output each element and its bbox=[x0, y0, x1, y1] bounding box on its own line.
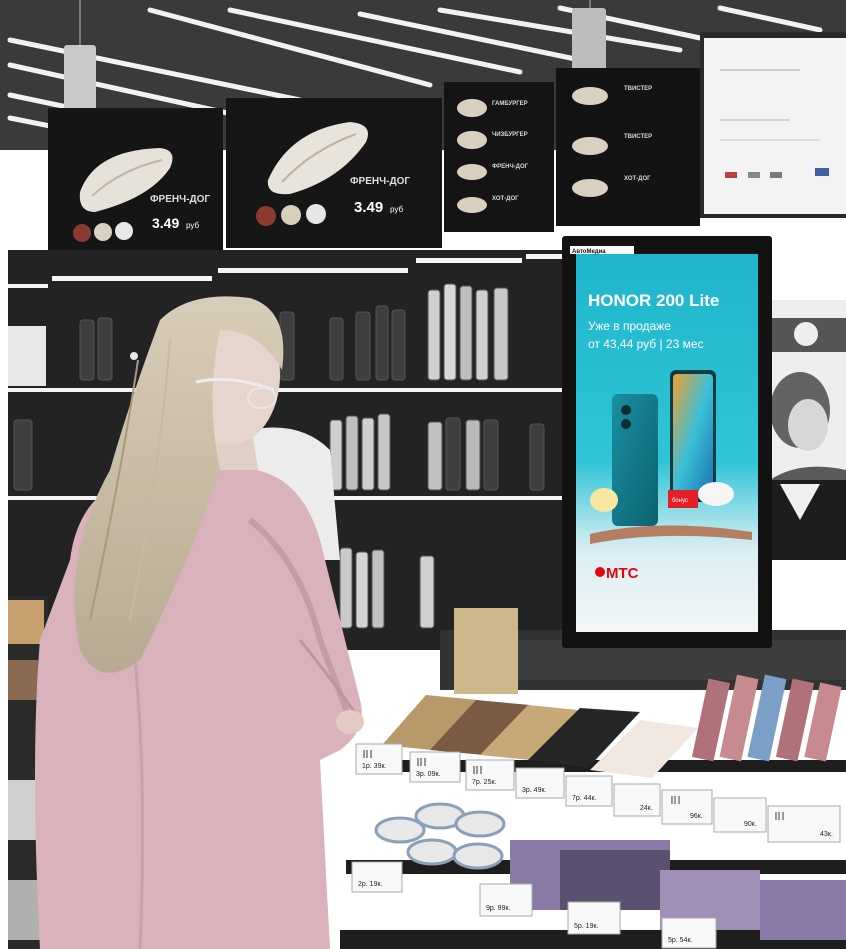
menu-item-label: ТВИСТЕР bbox=[624, 86, 652, 92]
price-tag: 5р. 19к. bbox=[574, 923, 599, 930]
cheese-tubs bbox=[374, 802, 506, 870]
price-tag: 5р. 54к. bbox=[668, 937, 693, 944]
ad-title: HONOR 200 Lite bbox=[588, 291, 719, 310]
price-tag: 90к. bbox=[744, 821, 757, 828]
ad-display: АвтоМедиа HONOR 200 Lite Уже в продаже о… bbox=[562, 236, 772, 648]
price-tag: 3р. 49к. bbox=[522, 787, 547, 794]
menu-item-label: ХОТ-ДОГ bbox=[492, 196, 519, 202]
menu-item-currency: руб bbox=[186, 221, 199, 230]
flower bbox=[590, 488, 618, 512]
price-tag: 24к. bbox=[640, 805, 653, 812]
menu-item-label: ХОТ-ДОГ bbox=[624, 176, 651, 182]
menu-item-currency: руб bbox=[390, 205, 403, 214]
mts-logo-mark bbox=[595, 567, 605, 577]
earbuds-case bbox=[698, 482, 734, 506]
price-tag: 7р. 44к. bbox=[572, 795, 597, 802]
ad-line1: Уже в продаже bbox=[588, 319, 671, 333]
price-tag: 3р. 09к. bbox=[416, 771, 441, 778]
price-tag: 7р. 25к. bbox=[472, 779, 497, 786]
menu-item-label: ФРЕНЧ-ДОГ bbox=[492, 164, 529, 170]
menu-item-label: ФРЕНЧ-ДОГ bbox=[150, 194, 210, 205]
menu-item-label: ГАМБУРГЕР bbox=[492, 101, 528, 107]
customer-hand bbox=[336, 710, 364, 734]
price-tag: 9р. 99к. bbox=[486, 905, 511, 912]
menu-item-price: 3.49 bbox=[354, 199, 383, 216]
boxed-product bbox=[8, 326, 46, 386]
price-tag: 96к. bbox=[690, 813, 703, 820]
candy-bar-stack bbox=[691, 674, 842, 762]
mts-logo-text: МТС bbox=[606, 565, 639, 582]
menu-item-label: ФРЕНЧ-ДОГ bbox=[350, 176, 410, 187]
ad-screen-header: АвтоМедиа bbox=[572, 249, 606, 255]
price-tag: 1р. 39к. bbox=[362, 763, 387, 770]
store-scene: ФРЕНЧ-ДОГ 3.49 руб ФРЕНЧ-ДОГ 3.49 руб ГА… bbox=[0, 0, 846, 949]
menu-item-label: ТВИСТЕР bbox=[624, 134, 652, 140]
price-tag: 43к. bbox=[820, 831, 833, 838]
ad-bonus-badge: бонус bbox=[672, 498, 688, 504]
menu-item-price: 3.49 bbox=[152, 215, 179, 231]
menu-item-label: ЧИЗБУРГЕР bbox=[492, 132, 528, 138]
price-tag: 2р. 19к. bbox=[358, 881, 383, 888]
scene-illustration: ФРЕНЧ-ДОГ 3.49 руб ФРЕНЧ-ДОГ 3.49 руб ГА… bbox=[0, 0, 846, 949]
wall-monitor bbox=[700, 32, 846, 218]
phone-back bbox=[612, 394, 658, 526]
ad-line2: от 43,44 руб | 23 мес bbox=[588, 337, 704, 351]
